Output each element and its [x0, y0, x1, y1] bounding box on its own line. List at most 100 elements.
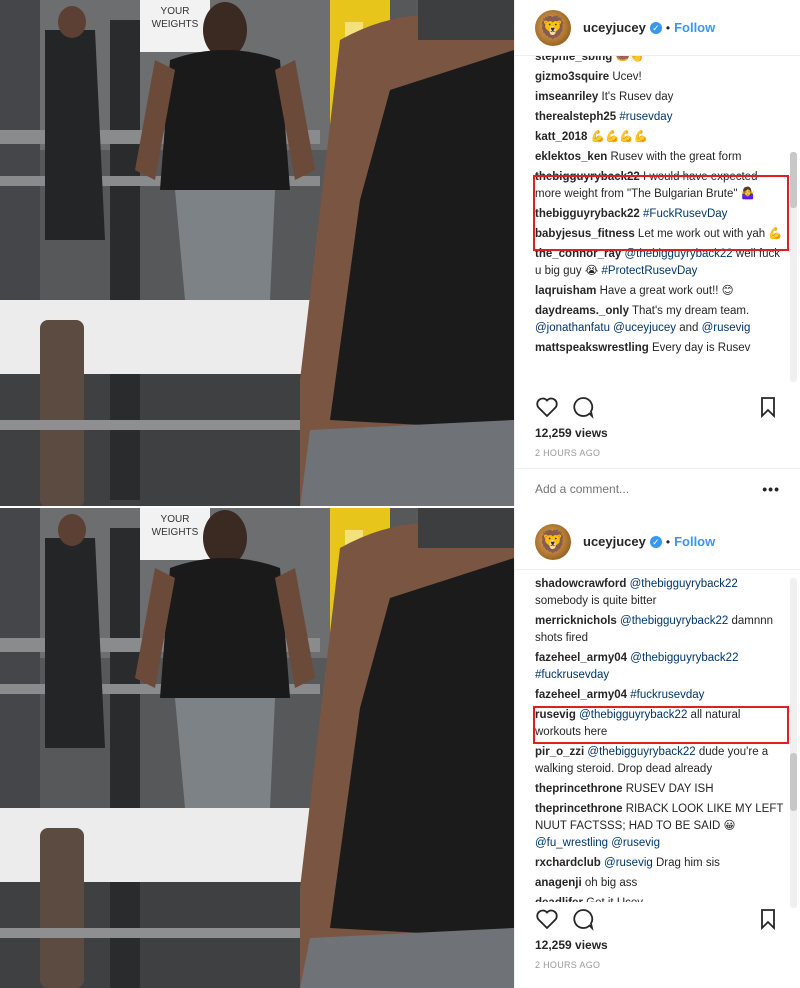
comment-text: Every day is Rusev — [651, 342, 751, 354]
comment-username[interactable]: daydreams._only — [535, 305, 629, 317]
add-comment-bar: ••• — [515, 468, 800, 508]
post-header: 🦁 uceyjucey ✓ • Follow — [515, 514, 800, 570]
comment-item: rusevig @thebigguyryback22 all natural w… — [535, 707, 786, 741]
sign-text-line-2: WEIGHTS — [152, 19, 199, 30]
gym-photo-illustration: YOUR WEIGHTS — [0, 0, 514, 508]
comment-mention[interactable]: @thebigguyryback22 — [620, 615, 728, 627]
follow-button[interactable]: Follow — [674, 534, 715, 549]
comment-item: stephie_sbing 🍩👏 — [535, 56, 786, 66]
comment-item: imseanriley It's Rusev day — [535, 89, 786, 106]
post-author-username[interactable]: uceyjucey — [583, 534, 646, 549]
post-timestamp[interactable]: 2 HOURS AGO — [535, 960, 600, 970]
comment-item: eklektos_ken Rusev with the great form — [535, 149, 786, 166]
post-photo[interactable]: YOUR WEIGHTS — [0, 0, 514, 508]
comment-username[interactable]: laqruisham — [535, 285, 596, 297]
comment-text: 💪💪💪💪 — [590, 131, 648, 143]
comments-list[interactable]: shadowcrawford @thebigguyryback22 somebo… — [535, 576, 786, 902]
verified-badge-icon: ✓ — [649, 21, 662, 34]
comment-username[interactable]: anagenji — [535, 877, 582, 889]
heart-icon[interactable] — [535, 395, 559, 419]
comment-username[interactable]: the_connor_ray — [535, 248, 621, 260]
view-count[interactable]: 12,259 views — [535, 426, 608, 440]
comment-username[interactable]: rxchardclub — [535, 857, 601, 869]
separator-dot: • — [665, 534, 671, 549]
comment-item: theprincethrone RIBACK LOOK LIKE MY LEFT… — [535, 801, 786, 852]
post-timestamp[interactable]: 2 HOURS AGO — [535, 448, 600, 458]
comment-icon[interactable] — [571, 907, 595, 931]
separator-dot: • — [665, 20, 671, 35]
comment-username[interactable]: theprincethrone — [535, 803, 623, 815]
comment-item: shadowcrawford @thebigguyryback22 somebo… — [535, 576, 786, 610]
scrollbar-thumb[interactable] — [790, 753, 797, 811]
comment-username[interactable]: rusevig — [535, 709, 576, 721]
comment-mention[interactable]: #fuckrusevday — [630, 689, 704, 701]
comment-username[interactable]: shadowcrawford — [535, 578, 626, 590]
comment-username[interactable]: babyjesus_fitness — [535, 228, 635, 240]
more-options-icon[interactable]: ••• — [762, 481, 780, 497]
lion-icon: 🦁 — [539, 14, 567, 40]
comment-text: Let me work out with yah 💪 — [637, 228, 783, 240]
comment-mention[interactable]: #FuckRusevDay — [643, 208, 727, 220]
comment-username[interactable]: katt_2018 — [535, 131, 587, 143]
comment-mention[interactable]: #ProtectRusevDay — [602, 265, 698, 277]
bookmark-icon[interactable] — [756, 395, 780, 419]
action-bar — [535, 906, 780, 932]
add-comment-input[interactable] — [535, 481, 763, 496]
verified-badge-icon: ✓ — [649, 535, 662, 548]
comment-mention[interactable]: @fu_wrestling @rusevig — [535, 837, 660, 849]
comment-username[interactable]: merricknichols — [535, 615, 617, 627]
comment-username[interactable]: theprincethrone — [535, 783, 623, 795]
comment-item: gizmo3squire Ucev! — [535, 69, 786, 86]
comment-item: merricknichols @thebigguyryback22 damnnn… — [535, 613, 786, 647]
scrollbar-thumb[interactable] — [790, 152, 797, 208]
comment-mention[interactable]: @thebigguyryback22 — [579, 709, 687, 721]
bookmark-icon[interactable] — [756, 907, 780, 931]
lion-icon: 🦁 — [539, 528, 567, 554]
follow-button[interactable]: Follow — [674, 20, 715, 35]
sign-text-line-1: YOUR — [161, 6, 190, 17]
comment-text: somebody is quite bitter — [535, 595, 657, 607]
comment-mention[interactable]: @thebigguyryback22 — [630, 578, 738, 590]
comment-mention[interactable]: #rusevday — [619, 111, 672, 123]
avatar[interactable]: 🦁 — [535, 9, 571, 46]
post-photo[interactable]: YOUR WEIGHTS — [0, 508, 514, 988]
comment-item: deadlifer Get it Ucey — [535, 895, 786, 902]
comment-icon[interactable] — [571, 395, 595, 419]
comment-text: Have a great work out!! 😊 — [599, 285, 734, 297]
comment-text: Rusev with the great form — [610, 151, 742, 163]
comment-item: therealsteph25 #rusevday — [535, 109, 786, 126]
comment-username[interactable]: deadlifer — [535, 897, 583, 902]
comment-username[interactable]: mattspeakswrestling — [535, 342, 649, 354]
comment-username[interactable]: thebigguyryback22 — [535, 171, 640, 183]
comment-mention[interactable]: @rusevig — [702, 322, 751, 334]
comment-username[interactable]: fazeheel_army04 — [535, 689, 627, 701]
comment-username[interactable]: pir_o_zzi — [535, 746, 584, 758]
comment-username[interactable]: thebigguyryback22 — [535, 208, 640, 220]
comment-username[interactable]: imseanriley — [535, 91, 598, 103]
comment-username[interactable]: gizmo3squire — [535, 71, 609, 83]
comment-item: thebigguyryback22 #FuckRusevDay — [535, 206, 786, 223]
comment-mention[interactable]: @rusevig — [604, 857, 653, 869]
comment-text: Ucev! — [612, 71, 642, 83]
comment-username[interactable]: fazeheel_army04 — [535, 652, 627, 664]
avatar[interactable]: 🦁 — [535, 523, 571, 560]
comment-text: and — [679, 322, 699, 334]
comment-item: mattspeakswrestling Every day is Rusev — [535, 340, 786, 357]
comment-mention[interactable]: @thebigguyryback22 — [624, 248, 732, 260]
comment-username[interactable]: eklektos_ken — [535, 151, 607, 163]
comment-mention[interactable]: @thebigguyryback22 — [587, 746, 695, 758]
comment-item: anagenji oh big ass — [535, 875, 786, 892]
post-author-username[interactable]: uceyjucey — [583, 20, 646, 35]
comment-text: That's my dream team. — [631, 305, 750, 317]
scrollbar[interactable] — [790, 578, 797, 908]
scrollbar[interactable] — [790, 152, 797, 382]
heart-icon[interactable] — [535, 907, 559, 931]
comment-item: daydreams._only That's my dream team. @j… — [535, 303, 786, 337]
comment-username[interactable]: stephie_sbing — [535, 56, 612, 63]
post-sidebar: 🦁 uceyjucey ✓ • Follow shadowcrawford @t… — [514, 508, 800, 988]
comment-username[interactable]: therealsteph25 — [535, 111, 616, 123]
comment-item: rxchardclub @rusevig Drag him sis — [535, 855, 786, 872]
comment-mention[interactable]: @jonathanfatu @uceyjucey — [535, 322, 676, 334]
view-count[interactable]: 12,259 views — [535, 938, 608, 952]
comments-list[interactable]: stephie_sbing 🍩👏 gizmo3squire Ucev! imsean… — [535, 56, 786, 388]
